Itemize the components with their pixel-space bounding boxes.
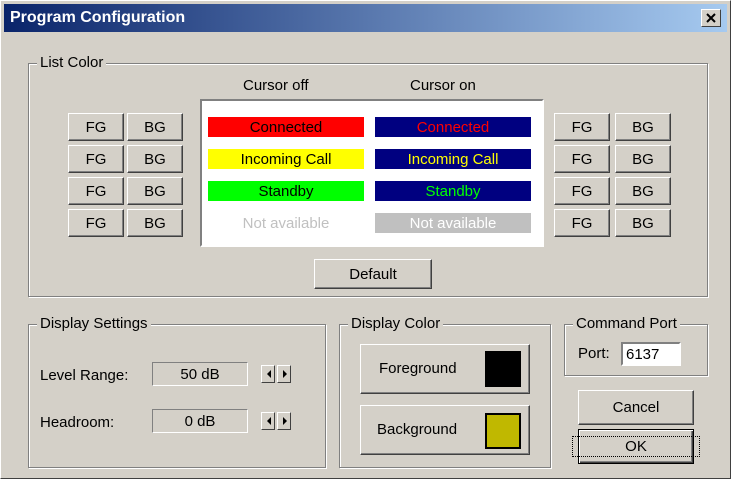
left-fg-button-row-1[interactable]: FG xyxy=(68,113,124,141)
headroom-value: 0 dB xyxy=(152,409,248,433)
background-button[interactable]: Background xyxy=(360,405,530,455)
background-label: Background xyxy=(377,421,458,438)
level-range-value: 50 dB xyxy=(152,362,248,386)
right-fg-button-row-1[interactable]: FG xyxy=(554,113,610,141)
arrow-left-icon xyxy=(267,370,271,378)
cursor-off-header: Cursor off xyxy=(243,77,309,94)
right-bg-button-row-1[interactable]: BG xyxy=(615,113,671,141)
arrow-right-icon xyxy=(283,417,287,425)
right-fg-button-row-2[interactable]: FG xyxy=(554,145,610,173)
left-fg-button-row-4[interactable]: FG xyxy=(68,209,124,237)
left-fg-button-row-3[interactable]: FG xyxy=(68,177,124,205)
default-button[interactable]: Default xyxy=(314,259,432,289)
right-bg-button-row-4[interactable]: BG xyxy=(615,209,671,237)
right-fg-button-row-4[interactable]: FG xyxy=(554,209,610,237)
cursor-off-swatch-row-4: Not available xyxy=(208,213,364,233)
cursor-on-swatch-row-4: Not available xyxy=(375,213,531,233)
headroom-increase-button[interactable] xyxy=(277,412,291,430)
display-color-legend: Display Color xyxy=(348,315,444,332)
port-label: Port: xyxy=(578,345,610,362)
cursor-on-swatch-row-1: Connected xyxy=(375,117,531,137)
ok-label: OK xyxy=(572,436,700,457)
level-range-spinner[interactable] xyxy=(261,365,293,383)
cursor-on-swatch-row-3: Standby xyxy=(375,181,531,201)
cursor-on-header: Cursor on xyxy=(410,77,476,94)
left-fg-button-row-2[interactable]: FG xyxy=(68,145,124,173)
right-bg-button-row-3[interactable]: BG xyxy=(615,177,671,205)
left-bg-button-row-4[interactable]: BG xyxy=(127,209,183,237)
ok-button[interactable]: OK xyxy=(572,429,700,464)
display-settings-group: Display Settings xyxy=(28,315,326,468)
title-bar[interactable]: Program Configuration xyxy=(4,4,727,32)
command-port-legend: Command Port xyxy=(573,315,680,332)
left-bg-button-row-3[interactable]: BG xyxy=(127,177,183,205)
foreground-button[interactable]: Foreground xyxy=(360,344,530,394)
program-configuration-dialog: Program Configuration List Color Cursor … xyxy=(0,0,731,479)
port-input[interactable] xyxy=(621,342,681,366)
arrow-right-icon xyxy=(283,370,287,378)
background-color-swatch xyxy=(485,413,521,449)
close-button[interactable] xyxy=(701,9,721,27)
headroom-label: Headroom: xyxy=(40,414,115,431)
list-color-legend: List Color xyxy=(37,54,107,71)
cursor-off-swatch-row-2: Incoming Call xyxy=(208,149,364,169)
right-fg-button-row-3[interactable]: FG xyxy=(554,177,610,205)
arrow-left-icon xyxy=(267,417,271,425)
headroom-spinner[interactable] xyxy=(261,412,293,430)
level-range-increase-button[interactable] xyxy=(277,365,291,383)
cursor-on-swatch-row-2: Incoming Call xyxy=(375,149,531,169)
left-bg-button-row-2[interactable]: BG xyxy=(127,145,183,173)
color-preview-box: Connected Connected Incoming Call Incoming … xyxy=(200,99,544,247)
display-settings-legend: Display Settings xyxy=(37,315,151,332)
level-range-label: Level Range: xyxy=(40,367,129,384)
headroom-decrease-button[interactable] xyxy=(261,412,275,430)
foreground-color-swatch xyxy=(485,351,521,387)
window-title: Program Configuration xyxy=(10,9,186,26)
level-range-decrease-button[interactable] xyxy=(261,365,275,383)
left-bg-button-row-1[interactable]: BG xyxy=(127,113,183,141)
cursor-off-swatch-row-3: Standby xyxy=(208,181,364,201)
close-icon xyxy=(706,13,716,23)
cancel-button[interactable]: Cancel xyxy=(578,390,694,425)
foreground-label: Foreground xyxy=(379,360,457,377)
right-bg-button-row-2[interactable]: BG xyxy=(615,145,671,173)
cursor-off-swatch-row-1: Connected xyxy=(208,117,364,137)
